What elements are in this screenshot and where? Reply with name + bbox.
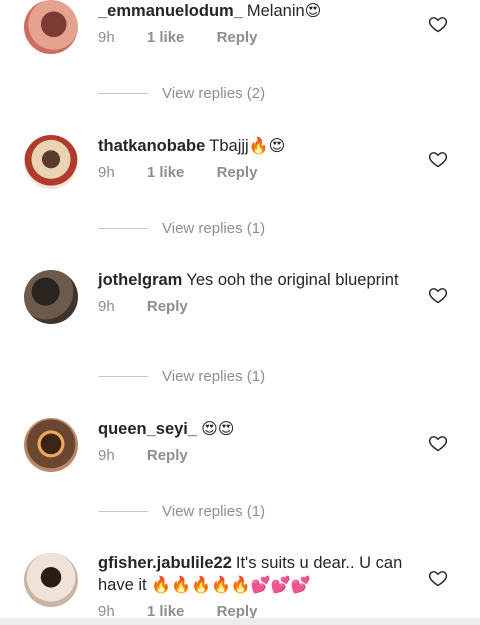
heart-outline-icon[interactable]: [428, 14, 448, 34]
comment-time: 9h: [98, 164, 115, 181]
avatar[interactable]: [24, 0, 78, 54]
view-replies[interactable]: View replies (1): [98, 366, 265, 386]
comment-text: queen_seyi_ 😍😍: [98, 418, 408, 440]
comment-text: jothelgram Yes ooh the original blueprint: [98, 270, 408, 291]
comment-time: 9h: [98, 298, 115, 315]
view-replies-label: View replies (1): [162, 367, 266, 385]
view-replies-label: View replies (1): [162, 502, 266, 520]
comment-time: 9h: [98, 447, 115, 464]
reply-button[interactable]: Reply: [217, 164, 258, 181]
comment-username[interactable]: thatkanobabe: [98, 137, 205, 155]
replies-divider: [98, 510, 148, 512]
comment-username[interactable]: gfisher.jabulile22: [98, 554, 232, 572]
reply-button[interactable]: Reply: [217, 29, 258, 46]
comment-meta: 9h 1 like Reply: [98, 29, 408, 49]
view-replies-label: View replies (2): [162, 84, 266, 102]
comment-meta: 9h Reply: [98, 298, 408, 318]
comment-emoji: 🔥🔥🔥🔥🔥💕💕💕: [151, 575, 311, 594]
reply-button[interactable]: Reply: [147, 447, 188, 464]
comment-text: _emmanuelodum_ Melanin😍: [98, 0, 408, 22]
replies-divider: [98, 227, 148, 229]
bottom-bar: [0, 618, 480, 625]
comment-emoji: 😍: [304, 1, 322, 20]
comment-text: gfisher.jabulile22 It's suits u dear.. U …: [98, 553, 408, 596]
comment-emoji: 🔥😍: [248, 136, 286, 155]
view-replies-label: View replies (1): [162, 219, 266, 237]
like-count[interactable]: 1 like: [147, 29, 185, 46]
like-count[interactable]: 1 like: [147, 164, 185, 181]
view-replies[interactable]: View replies (1): [98, 218, 265, 238]
heart-outline-icon[interactable]: [428, 568, 448, 588]
comment-message: Yes ooh the original blueprint: [186, 271, 399, 289]
comment-text: thatkanobabe Tbajjj🔥😍: [98, 135, 408, 157]
avatar[interactable]: [24, 135, 78, 189]
heart-outline-icon[interactable]: [428, 149, 448, 169]
comment-time: 9h: [98, 29, 115, 46]
replies-divider: [98, 92, 148, 94]
comment-username[interactable]: queen_seyi_: [98, 420, 197, 438]
comment-username[interactable]: _emmanuelodum_: [98, 2, 243, 20]
comment-emoji: 😍😍: [201, 419, 235, 438]
reply-button[interactable]: Reply: [147, 298, 188, 315]
comment-meta: 9h 1 like Reply: [98, 164, 408, 184]
view-replies[interactable]: View replies (2): [98, 83, 265, 103]
comment-message: Tbajjj: [209, 137, 249, 155]
comment-username[interactable]: jothelgram: [98, 271, 182, 289]
comment-message: Melanin: [246, 2, 305, 20]
replies-divider: [98, 375, 148, 377]
heart-outline-icon[interactable]: [428, 285, 448, 305]
avatar[interactable]: [24, 418, 78, 472]
avatar[interactable]: [24, 270, 78, 324]
comment-meta: 9h Reply: [98, 447, 408, 467]
heart-outline-icon[interactable]: [428, 433, 448, 453]
view-replies[interactable]: View replies (1): [98, 501, 265, 521]
avatar[interactable]: [24, 553, 78, 607]
